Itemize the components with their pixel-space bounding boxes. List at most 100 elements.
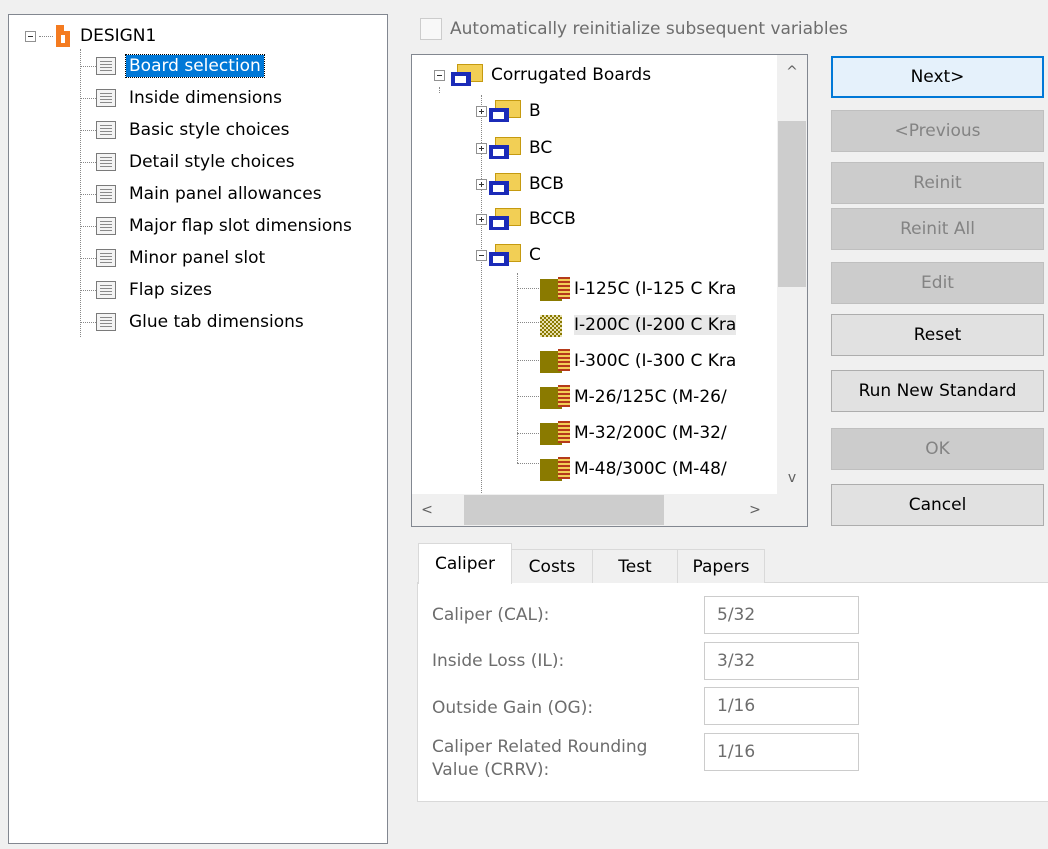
expand-icon[interactable]	[476, 213, 487, 225]
crrv-label: Caliper Related Rounding Value (CRRV):	[432, 737, 648, 780]
tree-item-detail-style-choices[interactable]: Detail style choices	[80, 147, 298, 177]
tree-root-label: DESIGN1	[80, 26, 157, 46]
tree-node-label: BC	[529, 138, 553, 158]
tree-item-major-flap-slot-dimensions[interactable]: Major flap slot dimensions	[80, 211, 355, 241]
tree-node-corrugated-boards[interactable]: Corrugated Boards	[434, 59, 651, 91]
vertical-scrollbar[interactable]: ^ v	[777, 55, 807, 495]
cancel-button[interactable]: Cancel	[831, 484, 1044, 526]
tree-item-board-selection[interactable]: Board selection	[80, 51, 265, 81]
horizontal-scrollbar[interactable]: < >	[412, 494, 777, 526]
previous-button[interactable]: <Previous	[831, 110, 1044, 152]
tree-item-basic-style-choices[interactable]: Basic style choices	[80, 115, 293, 145]
tree-connector	[39, 35, 53, 37]
tab-papers[interactable]: Papers	[677, 549, 765, 583]
checkbox-icon[interactable]	[420, 18, 442, 40]
scroll-up-icon[interactable]: ^	[777, 55, 807, 89]
folder-icon	[489, 244, 523, 266]
reset-button[interactable]: Reset	[831, 314, 1044, 356]
inside-loss-field[interactable]: 3/32	[704, 642, 859, 680]
caliper-field[interactable]: 5/32	[704, 596, 859, 634]
collapse-icon[interactable]	[25, 30, 36, 42]
board-icon	[540, 313, 570, 337]
collapse-icon[interactable]	[476, 249, 487, 261]
tree-item-main-panel-allowances[interactable]: Main panel allowances	[80, 179, 325, 209]
tree-connector	[80, 97, 96, 99]
run-new-standard-button[interactable]: Run New Standard	[831, 370, 1044, 412]
reinit-button[interactable]: Reinit	[831, 162, 1044, 204]
tree-node-board[interactable]: M-26/125C (M-26/	[540, 381, 727, 413]
tab-test[interactable]: Test	[592, 549, 678, 583]
tree-connector	[517, 360, 541, 361]
ok-button[interactable]: OK	[831, 428, 1044, 470]
scroll-down-icon[interactable]: v	[777, 461, 807, 495]
board-icon	[540, 277, 570, 301]
tree-connector	[80, 289, 96, 291]
design-tree-panel[interactable]: DESIGN1 Board selection Inside dimension…	[8, 14, 388, 844]
tree-item-label: Major flap slot dimensions	[129, 216, 352, 236]
tree-node-label: M-26/125C (M-26/	[574, 387, 727, 407]
tree-item-flap-sizes[interactable]: Flap sizes	[80, 275, 215, 305]
tree-node-label: Corrugated Boards	[491, 65, 652, 85]
tree-item-label: Inside dimensions	[129, 88, 282, 108]
form-icon	[96, 217, 116, 235]
tree-item-label: Main panel allowances	[129, 184, 322, 204]
tree-node-group-bccb[interactable]: BCCB	[476, 203, 576, 235]
form-icon	[96, 313, 116, 331]
tree-connector	[80, 257, 96, 259]
tree-node-group-b[interactable]: B	[476, 95, 541, 127]
tree-item-inside-dimensions[interactable]: Inside dimensions	[80, 83, 285, 113]
form-icon	[96, 281, 116, 299]
edit-button[interactable]: Edit	[831, 262, 1044, 304]
tree-connector	[517, 322, 541, 323]
outside-gain-field[interactable]: 1/16	[704, 687, 859, 725]
collapse-icon[interactable]	[434, 69, 445, 81]
tree-node-group-bc[interactable]: BC	[476, 132, 552, 164]
tree-connector	[517, 273, 518, 463]
folder-icon	[489, 100, 523, 122]
outside-gain-label: Outside Gain (OG):	[432, 698, 594, 718]
expand-icon[interactable]	[476, 178, 487, 190]
tree-node-board[interactable]: I-125C (I-125 C Kra	[540, 273, 736, 305]
tree-connector	[80, 321, 96, 323]
tree-item-minor-panel-slot[interactable]: Minor panel slot	[80, 243, 268, 273]
scroll-left-icon[interactable]: <	[412, 494, 442, 526]
form-icon	[96, 89, 116, 107]
scrollbar-thumb[interactable]	[464, 495, 664, 525]
auto-reinit-checkbox[interactable]: Automatically reinitialize subsequent va…	[420, 18, 848, 40]
tree-connector	[517, 463, 541, 464]
board-tree-view[interactable]: Corrugated Boards B BC BCB BCCB C I-125C…	[411, 54, 808, 527]
scrollbar-corner	[777, 494, 807, 526]
tree-connector	[517, 288, 541, 289]
tree-node-group-c[interactable]: C	[476, 239, 541, 271]
next-button[interactable]: Next>	[831, 56, 1044, 98]
inside-loss-label: Inside Loss (IL):	[432, 651, 565, 671]
expand-icon[interactable]	[476, 105, 487, 117]
form-icon	[96, 153, 116, 171]
tree-node-group-bcb[interactable]: BCB	[476, 168, 564, 200]
reinit-all-button[interactable]: Reinit All	[831, 208, 1044, 250]
tree-connector	[517, 396, 541, 397]
tree-node-board[interactable]: I-200C (I-200 C Kra	[540, 309, 737, 341]
tree-node-board[interactable]: M-32/200C (M-32/	[540, 417, 727, 449]
design-document-icon	[56, 25, 70, 47]
board-icon	[540, 385, 570, 409]
tab-costs[interactable]: Costs	[511, 549, 593, 583]
tree-item-label: Basic style choices	[129, 120, 290, 140]
tree-node-board[interactable]: M-48/300C (M-48/	[540, 453, 727, 485]
tree-item-glue-tab-dimensions[interactable]: Glue tab dimensions	[80, 307, 307, 337]
tab-caliper[interactable]: Caliper	[418, 543, 512, 584]
tree-node-board[interactable]: I-300C (I-300 C Kra	[540, 345, 736, 377]
auto-reinit-label: Automatically reinitialize subsequent va…	[450, 19, 848, 39]
scroll-right-icon[interactable]: >	[740, 494, 770, 526]
folder-icon	[489, 137, 523, 159]
tree-node-label: BCB	[529, 174, 564, 194]
crrv-field[interactable]: 1/16	[704, 733, 859, 771]
tree-node-label: B	[529, 101, 541, 121]
expand-icon[interactable]	[476, 142, 487, 154]
tree-root-design1[interactable]: DESIGN1	[25, 23, 156, 49]
scrollbar-thumb[interactable]	[778, 121, 806, 287]
board-icon	[540, 349, 570, 373]
tree-node-label: M-48/300C (M-48/	[574, 459, 727, 479]
tree-connector	[80, 193, 96, 195]
tree-node-label: M-32/200C (M-32/	[574, 423, 727, 443]
